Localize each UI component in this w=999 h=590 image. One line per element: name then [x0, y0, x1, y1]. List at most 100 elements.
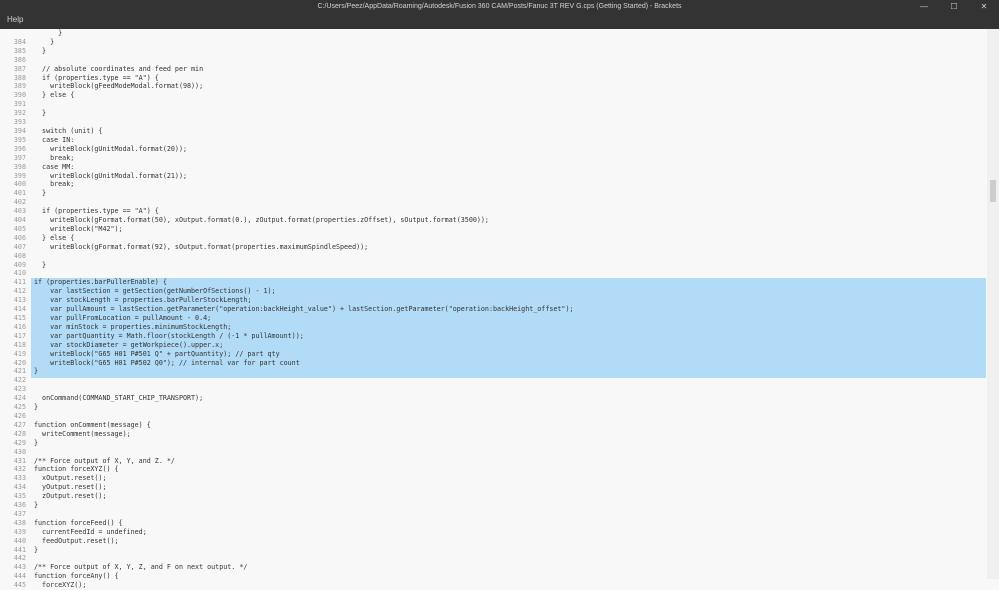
code-line[interactable]: 430: [0, 448, 986, 457]
line-text[interactable]: switch (unit) {: [34, 127, 102, 136]
line-text[interactable]: }: [34, 546, 38, 555]
line-text[interactable]: onCommand(COMMAND_START_CHIP_TRANSPORT);: [34, 394, 203, 403]
code-line[interactable]: 400 break;: [0, 180, 986, 189]
code-line[interactable]: 387 // absolute coordinates and feed per…: [0, 65, 986, 74]
code-line[interactable]: 441}: [0, 546, 986, 555]
code-line[interactable]: 428 writeComment(message);: [0, 430, 986, 439]
line-text[interactable]: var stockLength = properties.barPullerSt…: [34, 296, 251, 305]
code-line[interactable]: 384 }: [0, 38, 986, 47]
code-editor[interactable]: } 384 } 385 } 386 387 // absolute coordinate…: [0, 29, 999, 589]
code-line[interactable]: 414 var pullAmount = lastSection.getPara…: [0, 305, 986, 314]
code-line[interactable]: 402: [0, 198, 986, 207]
line-text[interactable]: writeBlock("G65 H01 P#501 Q" + partQuant…: [34, 350, 280, 359]
code-line[interactable]: 404 writeBlock(gFormat.format(50), xOutp…: [0, 216, 986, 225]
line-text[interactable]: var pullFromLocation = pullAmount - 0.4;: [34, 314, 211, 323]
code-line[interactable]: 410: [0, 269, 986, 278]
code-line[interactable]: 443 /** Force output of X, Y, Z, and F on…: [0, 563, 986, 572]
code-line[interactable]: 397 break;: [0, 154, 986, 163]
code-line[interactable]: 393: [0, 118, 986, 127]
line-text[interactable]: feedOutput.reset();: [34, 537, 119, 546]
line-text[interactable]: if (properties.type == "A") {: [34, 207, 159, 216]
code-line[interactable]: 411 if (properties.barPullerEnable) {: [0, 278, 986, 287]
line-text[interactable]: var pullAmount = lastSection.getParamete…: [34, 305, 573, 314]
line-text[interactable]: case IN:: [34, 136, 74, 145]
line-text[interactable]: writeBlock(gUnitModal.format(20));: [34, 145, 187, 154]
line-text[interactable]: }: [34, 47, 46, 56]
line-text[interactable]: }: [34, 501, 38, 510]
line-text[interactable]: break;: [34, 154, 74, 163]
code-line[interactable]: 392 }: [0, 109, 986, 118]
code-line[interactable]: 445 forceXYZ();: [0, 581, 986, 590]
line-text[interactable]: yOutput.reset();: [34, 483, 106, 492]
line-text[interactable]: function forceXYZ() {: [34, 465, 119, 474]
line-text[interactable]: forceXYZ();: [34, 581, 86, 590]
code-line[interactable]: 435 zOutput.reset();: [0, 492, 986, 501]
code-line[interactable]: 422: [0, 376, 986, 385]
line-text[interactable]: }: [34, 29, 62, 38]
code-line[interactable]: 431 /** Force output of X, Y, and Z. */: [0, 457, 986, 466]
close-icon[interactable]: ✕: [969, 0, 999, 13]
code-line[interactable]: 423: [0, 385, 986, 394]
line-text[interactable]: if (properties.type == "A") {: [34, 74, 159, 83]
minimize-icon[interactable]: —: [909, 0, 939, 13]
code-line[interactable]: 418 var stockDiameter = getWorkpiece().u…: [0, 341, 986, 350]
code-line[interactable]: 391: [0, 100, 986, 109]
code-line[interactable]: 399 writeBlock(gUnitModal.format(21));: [0, 172, 986, 181]
line-text[interactable]: }: [34, 38, 54, 47]
code-line[interactable]: }: [0, 29, 986, 38]
code-line[interactable]: 437: [0, 510, 986, 519]
code-line[interactable]: 413 var stockLength = properties.barPull…: [0, 296, 986, 305]
line-text[interactable]: case MM:: [34, 163, 74, 172]
line-text[interactable]: /** Force output of X, Y, and Z. */: [34, 457, 175, 466]
code-line[interactable]: 438 function forceFeed() {: [0, 519, 986, 528]
line-text[interactable]: }: [34, 439, 38, 448]
code-area[interactable]: } 384 } 385 } 386 387 // absolute coordinate…: [0, 29, 986, 590]
code-line[interactable]: 405 writeBlock("M42");: [0, 225, 986, 234]
code-line[interactable]: 429}: [0, 439, 986, 448]
code-line[interactable]: 419 writeBlock("G65 H01 P#501 Q" + partQ…: [0, 350, 986, 359]
code-line[interactable]: 420 writeBlock("G65 H01 P#502 Q0"); // i…: [0, 359, 986, 368]
vertical-scrollbar[interactable]: [987, 29, 999, 579]
code-line[interactable]: 424 onCommand(COMMAND_START_CHIP_TRANSPO…: [0, 394, 986, 403]
code-line[interactable]: 389 writeBlock(gFeedModeModal.format(98)…: [0, 82, 986, 91]
code-line[interactable]: 417 var partQuantity = Math.floor(stockL…: [0, 332, 986, 341]
code-line[interactable]: 385 }: [0, 47, 986, 56]
code-line[interactable]: 426: [0, 412, 986, 421]
code-line[interactable]: 442: [0, 554, 986, 563]
line-text[interactable]: if (properties.barPullerEnable) {: [34, 278, 167, 287]
code-line[interactable]: 394 switch (unit) {: [0, 127, 986, 136]
line-text[interactable]: var partQuantity = Math.floor(stockLengt…: [34, 332, 304, 341]
code-line[interactable]: 427 function onComment(message) {: [0, 421, 986, 430]
line-text[interactable]: writeBlock("M42");: [34, 225, 122, 234]
line-text[interactable]: break;: [34, 180, 74, 189]
line-text[interactable]: }: [34, 109, 46, 118]
code-line[interactable]: 415 var pullFromLocation = pullAmount - …: [0, 314, 986, 323]
line-text[interactable]: writeComment(message);: [34, 430, 131, 439]
code-line[interactable]: 421}: [0, 367, 986, 376]
code-line[interactable]: 436}: [0, 501, 986, 510]
code-line[interactable]: 439 currentFeedId = undefined;: [0, 528, 986, 537]
line-text[interactable]: writeBlock(gFeedModeModal.format(98));: [34, 82, 203, 91]
code-line[interactable]: 395 case IN:: [0, 136, 986, 145]
code-line[interactable]: 432 function forceXYZ() {: [0, 465, 986, 474]
code-line[interactable]: 416 var minStock = properties.minimumSto…: [0, 323, 986, 332]
code-line[interactable]: 396 writeBlock(gUnitModal.format(20));: [0, 145, 986, 154]
line-text[interactable]: var lastSection = getSection(getNumberOf…: [34, 287, 275, 296]
code-line[interactable]: 403 if (properties.type == "A") {: [0, 207, 986, 216]
line-text[interactable]: writeBlock(gUnitModal.format(21));: [34, 172, 187, 181]
code-line[interactable]: 425}: [0, 403, 986, 412]
line-text[interactable]: function forceFeed() {: [34, 519, 123, 528]
line-text[interactable]: writeBlock(gFormat.format(92), sOutput.f…: [34, 243, 368, 252]
line-text[interactable]: zOutput.reset();: [34, 492, 106, 501]
code-line[interactable]: 440 feedOutput.reset();: [0, 537, 986, 546]
code-line[interactable]: 406 } else {: [0, 234, 986, 243]
line-text[interactable]: // absolute coordinates and feed per min: [34, 65, 203, 74]
code-line[interactable]: 433 xOutput.reset();: [0, 474, 986, 483]
code-line[interactable]: 401 }: [0, 189, 986, 198]
code-line[interactable]: 434 yOutput.reset();: [0, 483, 986, 492]
line-text[interactable]: function forceAny() {: [34, 572, 119, 581]
line-text[interactable]: xOutput.reset();: [34, 474, 106, 483]
code-line[interactable]: 386: [0, 56, 986, 65]
scrollbar-thumb[interactable]: [990, 180, 996, 202]
code-line[interactable]: 407 writeBlock(gFormat.format(92), sOutp…: [0, 243, 986, 252]
